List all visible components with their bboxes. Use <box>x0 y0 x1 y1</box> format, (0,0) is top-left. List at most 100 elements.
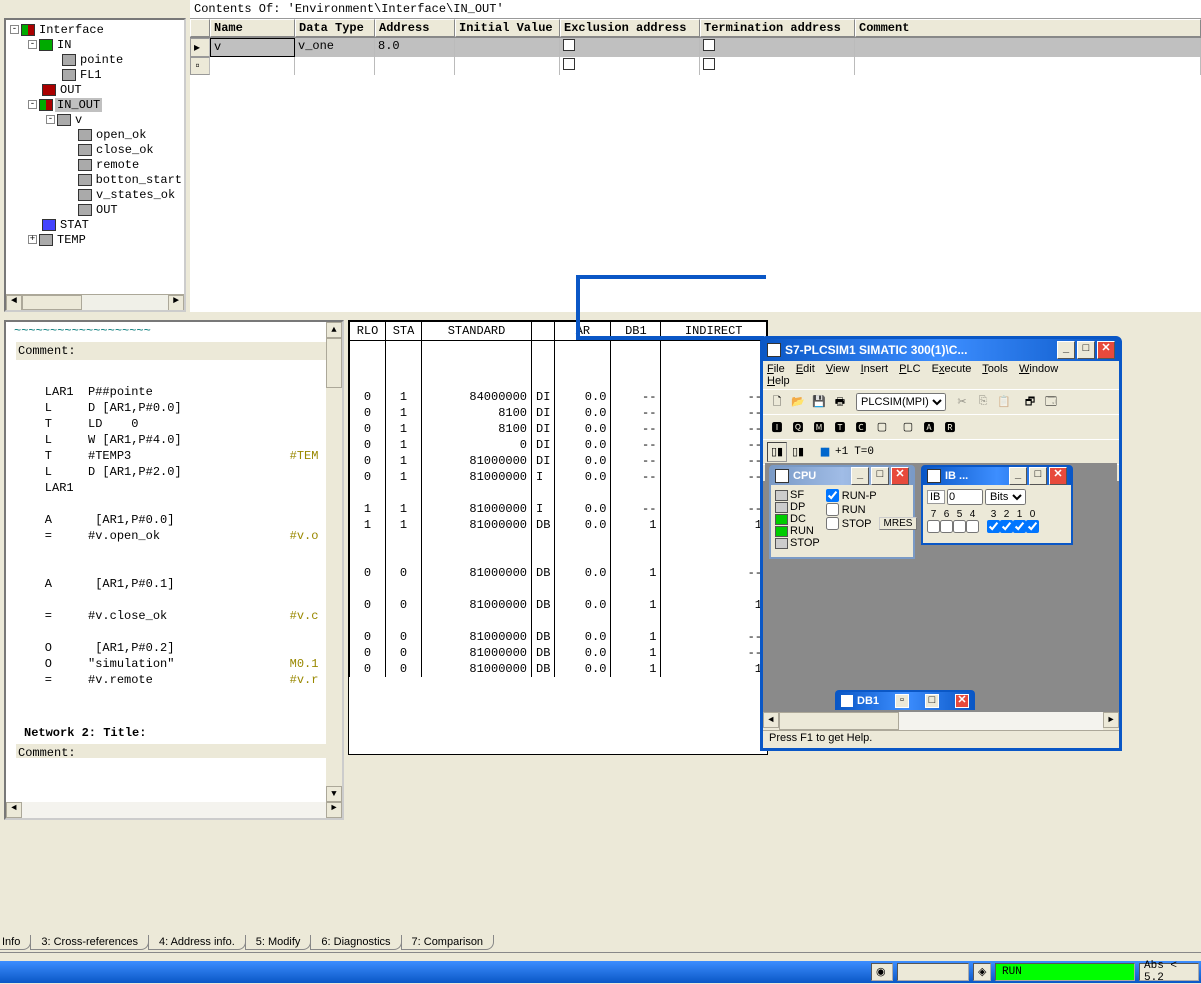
ib-titlebar[interactable]: IB ... _ □ ✕ <box>923 467 1071 485</box>
scroll-track[interactable] <box>22 295 168 310</box>
checkbox[interactable] <box>826 517 839 530</box>
tab-addressinfo[interactable]: 4: Address info. <box>148 935 246 950</box>
scroll-left-icon[interactable]: ◄ <box>6 295 22 311</box>
ib-address-input[interactable] <box>947 489 983 505</box>
scrollbar-horizontal[interactable]: ◄ ► <box>6 294 184 310</box>
tree-var[interactable]: pointe <box>6 52 184 67</box>
checkbox-icon[interactable] <box>703 39 715 51</box>
close-button[interactable]: ✕ <box>1097 341 1115 359</box>
ib-bit-5[interactable]: 5 <box>953 509 966 533</box>
tree-temp[interactable]: + TEMP <box>6 232 184 247</box>
pause-icon[interactable]: ▮▮ <box>814 442 834 462</box>
menu-edit[interactable]: Edit <box>796 363 815 375</box>
scroll-left-icon[interactable]: ◄ <box>6 802 22 818</box>
tree-stat[interactable]: STAT <box>6 217 184 232</box>
connection-combo[interactable]: PLCSIM(MPI) <box>856 393 946 411</box>
insert-t-icon[interactable]: 🆃 <box>830 417 850 437</box>
insert-db-icon[interactable]: ▢ <box>898 417 918 437</box>
tab-diagnostics[interactable]: 6: Diagnostics <box>310 935 401 950</box>
table-row-empty[interactable]: ▫ <box>190 57 1201 75</box>
insert-m-icon[interactable]: 🅼 <box>809 417 829 437</box>
menu-window[interactable]: Window <box>1019 363 1058 375</box>
scroll-down-icon[interactable]: ▼ <box>326 786 342 802</box>
print-icon[interactable]: 🖶 <box>830 392 850 412</box>
tree-interface[interactable]: - Interface <box>6 22 184 37</box>
radio-stop[interactable]: STOPMRES <box>826 517 918 530</box>
cascade-icon[interactable]: 🗗 <box>1020 392 1040 412</box>
ib-bit-4[interactable]: 4 <box>966 509 979 533</box>
cell-exclusion[interactable] <box>560 38 700 57</box>
menu-view[interactable]: View <box>826 363 850 375</box>
insert-q-icon[interactable]: 🆀 <box>788 417 808 437</box>
close-button[interactable]: ✕ <box>955 694 969 708</box>
tree-var[interactable]: OUT <box>6 202 184 217</box>
tab-crossref[interactable]: 3: Cross-references <box>30 935 149 950</box>
cell-address[interactable]: 8.0 <box>375 38 455 57</box>
scroll-right-icon[interactable]: ► <box>168 295 184 311</box>
expander-icon[interactable]: - <box>10 25 19 34</box>
run-single-icon[interactable]: ▯▮ <box>788 442 808 462</box>
checkbox-icon[interactable] <box>563 58 575 70</box>
scroll-track[interactable] <box>779 712 1103 730</box>
tree-inout[interactable]: - IN_OUT <box>6 97 184 112</box>
run-continuous-icon[interactable]: ▯▮ <box>767 442 787 462</box>
scrollbar-vertical[interactable]: ▲ ▼ <box>326 322 342 802</box>
cell-initial[interactable] <box>455 38 560 57</box>
menu-insert[interactable]: Insert <box>861 363 889 375</box>
cpu-subwindow[interactable]: CPU _ □ ✕ SFDPDCRUNSTOP RUN-P RUN STOPMR… <box>769 465 915 559</box>
tree-var[interactable]: v_states_ok <box>6 187 184 202</box>
table-row[interactable]: ▸ v v_one 8.0 <box>190 38 1201 57</box>
col-exclusion[interactable]: Exclusion address <box>560 19 700 37</box>
menu-help[interactable]: Help <box>767 375 790 387</box>
minimize-button[interactable]: _ <box>1009 467 1027 485</box>
open-icon[interactable]: 📂 <box>788 392 808 412</box>
menu-execute[interactable]: Execute <box>932 363 972 375</box>
tree-v[interactable]: - v <box>6 112 184 127</box>
ib-format-select[interactable]: Bits <box>985 489 1026 505</box>
bit-checkbox[interactable] <box>1013 520 1026 533</box>
scroll-thumb[interactable] <box>326 338 342 388</box>
checkbox-icon[interactable] <box>703 58 715 70</box>
col-comment[interactable]: Comment <box>855 19 1201 37</box>
minimize-button[interactable]: _ <box>1057 341 1075 359</box>
tree-var[interactable]: close_ok <box>6 142 184 157</box>
maximize-button[interactable]: □ <box>1077 341 1095 359</box>
cell-initial[interactable] <box>455 57 560 75</box>
cell-termination[interactable] <box>700 57 855 75</box>
ib-bit-7[interactable]: 7 <box>927 509 940 533</box>
comment-box[interactable]: Comment: <box>16 342 332 360</box>
cell-comment[interactable] <box>855 38 1201 57</box>
insert-generic-icon[interactable]: ▢ <box>872 417 892 437</box>
cell-datatype[interactable] <box>295 57 375 75</box>
close-button[interactable]: ✕ <box>891 467 909 485</box>
cell-name[interactable] <box>210 57 295 75</box>
scroll-thumb[interactable] <box>779 712 899 730</box>
cell-termination[interactable] <box>700 38 855 57</box>
expander-icon[interactable]: - <box>28 100 37 109</box>
insert-i-icon[interactable]: 🅸 <box>767 417 787 437</box>
ib-bit-2[interactable]: 2 <box>1000 509 1013 533</box>
restore-button[interactable]: ▫ <box>895 694 909 708</box>
save-icon[interactable]: 💾 <box>809 392 829 412</box>
expander-icon[interactable]: - <box>46 115 55 124</box>
checkbox[interactable] <box>826 503 839 516</box>
expander-icon[interactable]: + <box>28 235 37 244</box>
paste-icon[interactable]: 📋 <box>994 392 1014 412</box>
tree-var[interactable]: botton_start <box>6 172 184 187</box>
insert-c-icon[interactable]: 🅲 <box>851 417 871 437</box>
step-plus-one[interactable]: +1 <box>835 446 848 458</box>
bit-checkbox[interactable] <box>987 520 1000 533</box>
scroll-left-icon[interactable]: ◄ <box>763 712 779 728</box>
db1-subwindow-minimized[interactable]: DB1 ▫ □ ✕ <box>835 690 975 710</box>
bit-checkbox[interactable] <box>1000 520 1013 533</box>
maximize-button[interactable]: □ <box>1029 467 1047 485</box>
cell-comment[interactable] <box>855 57 1201 75</box>
col-termination[interactable]: Termination address <box>700 19 855 37</box>
comment-box[interactable]: Comment: <box>16 744 332 758</box>
col-datatype[interactable]: Data Type <box>295 19 375 37</box>
scrollbar-horizontal[interactable]: ◄ ► <box>6 802 342 818</box>
bit-checkbox[interactable] <box>966 520 979 533</box>
tab-info[interactable]: Info <box>0 935 31 950</box>
cell-address[interactable] <box>375 57 455 75</box>
minimize-button[interactable]: _ <box>851 467 869 485</box>
